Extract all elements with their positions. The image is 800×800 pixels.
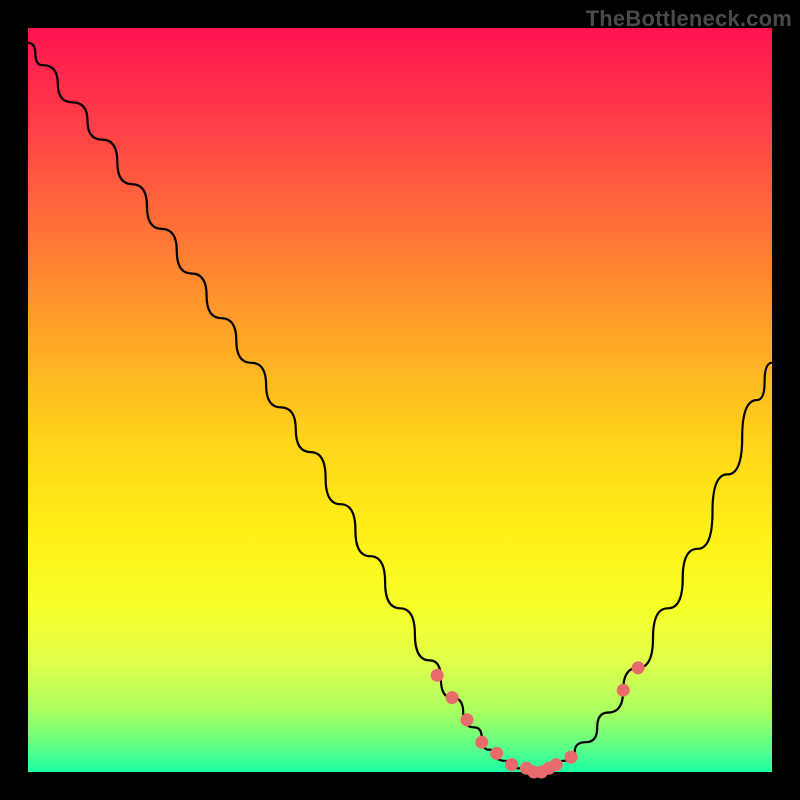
chart-marker <box>475 736 488 749</box>
chart-marker <box>505 758 518 771</box>
chart-marker <box>632 661 645 674</box>
marker-group <box>431 661 645 778</box>
chart-marker <box>617 684 630 697</box>
chart-container: TheBottleneck.com <box>0 0 800 800</box>
chart-marker <box>461 713 474 726</box>
watermark-text: TheBottleneck.com <box>586 6 792 32</box>
chart-marker <box>565 751 578 764</box>
chart-marker <box>490 747 503 760</box>
bottleneck-curve <box>28 43 772 772</box>
chart-marker <box>446 691 459 704</box>
chart-marker <box>431 669 444 682</box>
chart-marker <box>550 758 563 771</box>
plot-area <box>28 28 772 772</box>
chart-svg <box>28 28 772 772</box>
